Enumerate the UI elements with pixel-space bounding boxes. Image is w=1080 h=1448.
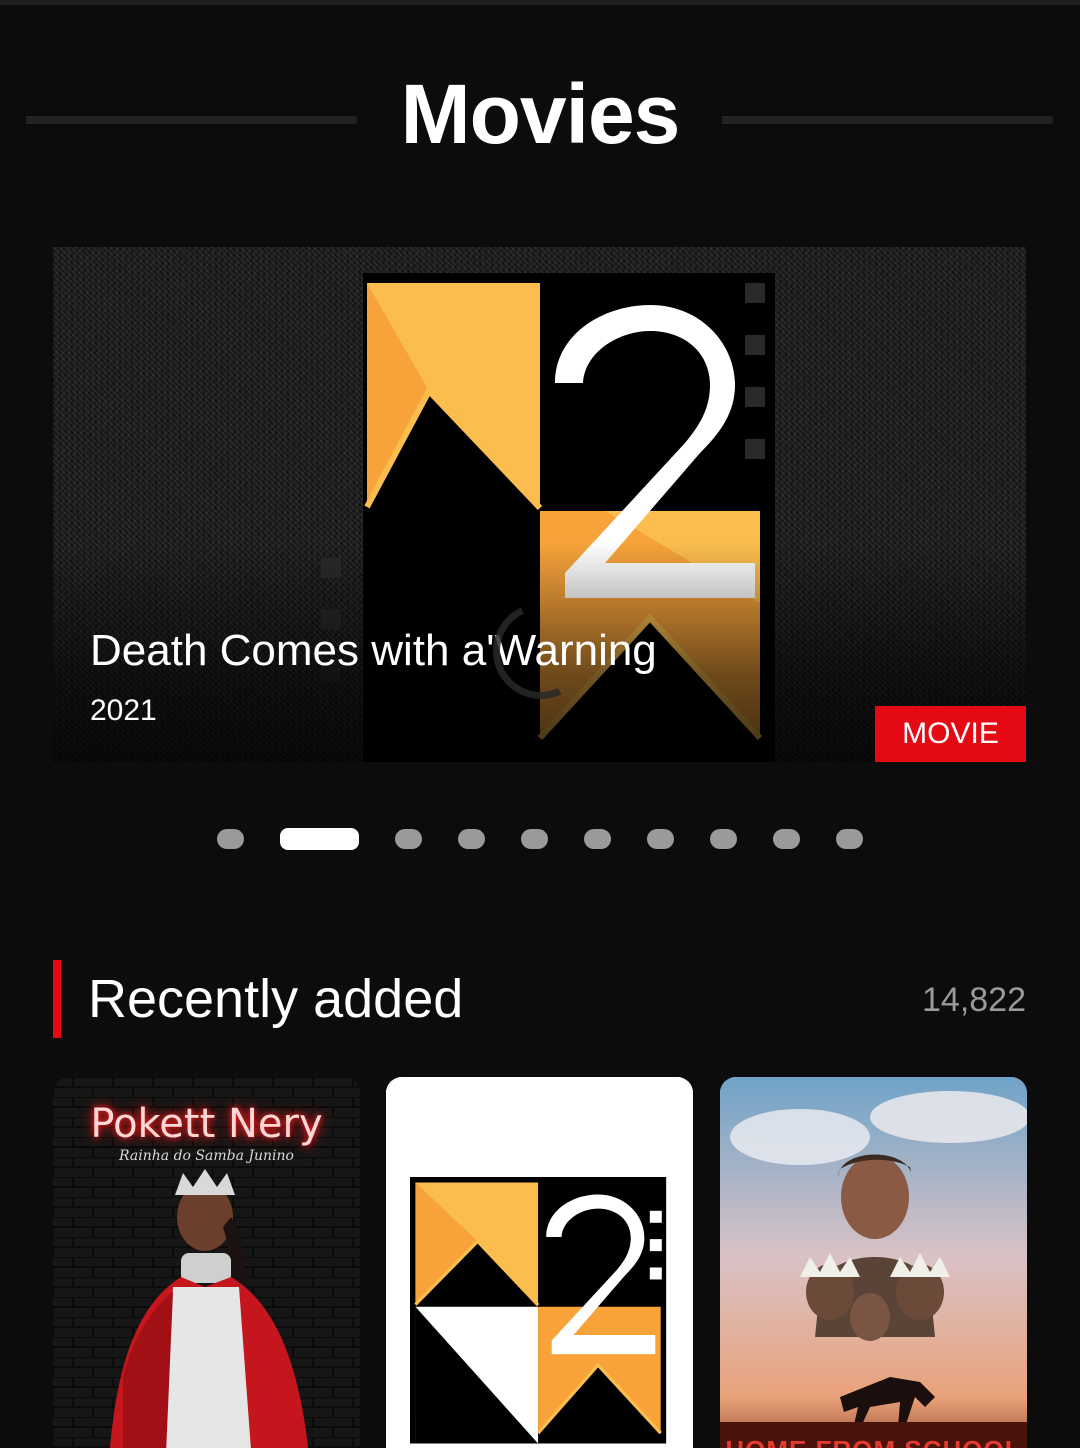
poster-card-3[interactable]: HOME FROM SCHOOL [720,1077,1027,1448]
poster-3-title: HOME FROM SCHOOL [720,1435,1027,1448]
hero-carousel-slide[interactable]: Death Comes with a'Warning 2021 MOVIE [53,247,1026,762]
section-accent-bar [53,960,61,1038]
section-item-count: 14,822 [922,981,1026,1019]
poster-card-1[interactable]: Pokett Nery Rainha do Samba Junino [53,1077,360,1448]
pager-dot[interactable] [217,829,244,849]
pager-dot[interactable] [647,829,674,849]
section-title: Recently added [88,969,464,1029]
status-bar-edge [0,0,1080,5]
pager-dot[interactable] [836,829,863,849]
hero-type-badge: MOVIE [875,706,1026,762]
pager-dot-active[interactable] [280,828,359,850]
pager-dot[interactable] [521,829,548,849]
poster-card-2[interactable] [386,1077,693,1448]
poster-artwork [720,1077,1027,1448]
poster-artwork [386,1077,693,1448]
poster-1-title: Pokett Nery [90,1101,323,1147]
pager-dot[interactable] [395,829,422,849]
app-screen: Movies Death Comes with a'Warning 2021 M… [0,0,1080,1448]
pager-dot[interactable] [584,829,611,849]
poster-1-subtitle: Rainha do Samba Junino [119,1148,294,1164]
carousel-pager [0,828,1080,850]
pager-dot[interactable] [710,829,737,849]
pager-dot[interactable] [458,829,485,849]
page-title: Movies [400,67,681,161]
hero-year: 2021 [90,694,157,727]
pager-dot[interactable] [773,829,800,849]
title-divider-right [722,116,1053,124]
title-divider-left [26,116,357,124]
